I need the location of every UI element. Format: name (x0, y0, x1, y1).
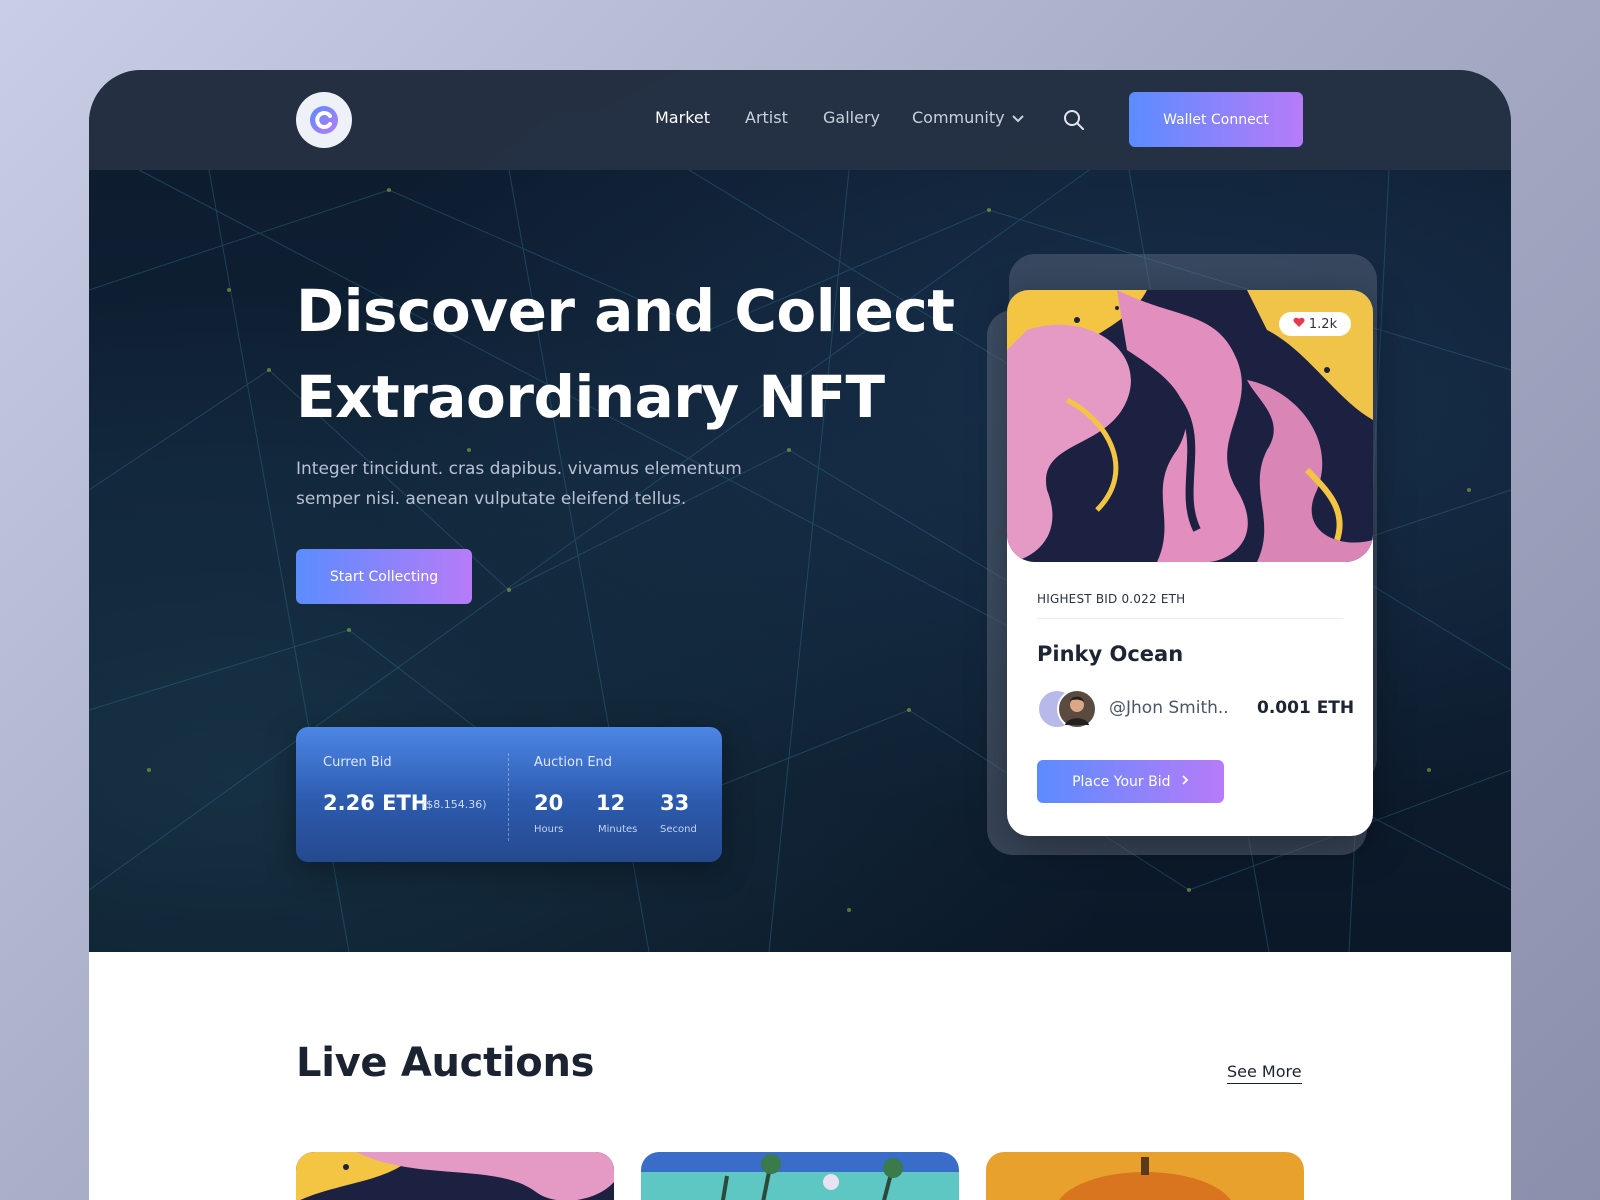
card-divider (1037, 618, 1343, 619)
search-icon[interactable] (1062, 108, 1086, 132)
nav-link-community[interactable]: Community (912, 108, 1025, 128)
owner-username[interactable]: @Jhon Smith.. (1109, 698, 1229, 718)
nav-link-artist[interactable]: Artist (745, 108, 788, 127)
countdown-hours-unit: Hours (534, 824, 564, 835)
nav-link-gallery[interactable]: Gallery (823, 108, 880, 127)
nav-link-community-label: Community (912, 108, 1005, 127)
current-bid-eth: 2.26 ETH (323, 791, 429, 815)
auction-thumbnail-3[interactable] (986, 1152, 1304, 1200)
nft-title: Pinky Ocean (1037, 642, 1184, 666)
current-bid-panel: Curren Bid 2.26 ETH ($8.154.36) Auction … (296, 727, 722, 862)
nft-price: 0.001 ETH (1257, 698, 1355, 718)
current-bid-label: Curren Bid (323, 755, 392, 770)
featured-nft-card[interactable]: 1.2k HIGHEST BID 0.022 ETH Pinky Ocean @… (1007, 290, 1373, 836)
heart-icon (1293, 317, 1305, 332)
chevron-right-icon (1181, 774, 1189, 790)
page-frame: Market Artist Gallery Community Wallet C… (89, 70, 1511, 1200)
top-navbar: Market Artist Gallery Community Wallet C… (89, 70, 1511, 170)
bid-panel-divider (508, 753, 509, 841)
hero-title-line-2: Extraordinary NFT (296, 363, 885, 431)
highest-bid-text: HIGHEST BID 0.022 ETH (1037, 592, 1186, 606)
logo-icon[interactable] (296, 92, 352, 148)
countdown-seconds: 33 (660, 791, 690, 815)
like-count: 1.2k (1308, 316, 1338, 332)
countdown-seconds-unit: Second (660, 824, 697, 835)
nav-link-market[interactable]: Market (655, 108, 710, 127)
hero-title: Discover and Collect Extraordinary NFT (296, 268, 996, 440)
live-auctions-title: Live Auctions (296, 1040, 595, 1086)
chevron-down-icon (1011, 109, 1025, 128)
countdown-hours: 20 (534, 791, 564, 815)
place-bid-button[interactable]: Place Your Bid (1037, 760, 1224, 803)
current-bid-usd: ($8.154.36) (422, 798, 487, 811)
auction-thumbnail-2[interactable] (641, 1152, 959, 1200)
hero-title-line-1: Discover and Collect (296, 277, 955, 345)
hero-description: Integer tincidunt. cras dapibus. vivamus… (296, 459, 742, 509)
hero-section: Market Artist Gallery Community Wallet C… (89, 70, 1511, 952)
start-collecting-button[interactable]: Start Collecting (296, 549, 472, 604)
nft-artwork-image[interactable]: 1.2k (1007, 290, 1373, 562)
auction-end-label: Auction End (534, 755, 613, 770)
place-bid-label: Place Your Bid (1072, 773, 1171, 790)
wallet-connect-button[interactable]: Wallet Connect (1129, 92, 1303, 147)
owner-avatars[interactable] (1037, 689, 1097, 729)
see-more-link[interactable]: See More (1227, 1062, 1302, 1084)
countdown-minutes: 12 (596, 791, 626, 815)
auction-thumbnail-1[interactable] (296, 1152, 614, 1200)
countdown-minutes-unit: Minutes (598, 824, 638, 835)
like-badge[interactable]: 1.2k (1279, 312, 1351, 336)
